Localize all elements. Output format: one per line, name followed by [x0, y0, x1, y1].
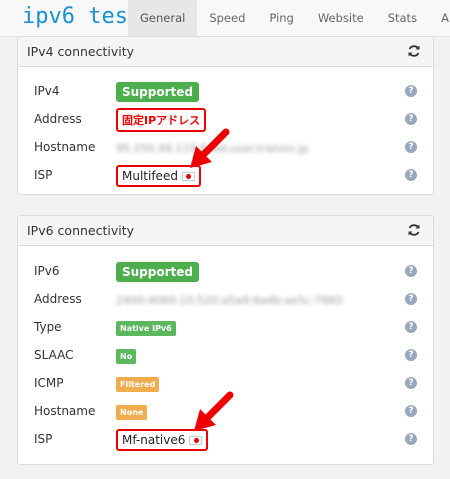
ipv6-row-slaac: SLAAC No ? — [18, 342, 433, 370]
question-icon[interactable]: ? — [405, 113, 417, 125]
slaac-label: SLAAC — [34, 348, 74, 362]
ipv4-label: IPv4 — [34, 84, 60, 98]
tab-ping[interactable]: Ping — [257, 0, 305, 37]
ipv4-row-ipv4: IPv4 Supported ? — [18, 78, 433, 106]
question-icon[interactable]: ? — [405, 377, 417, 389]
question-icon[interactable]: ? — [405, 141, 417, 153]
ipv4-panel-title: IPv4 connectivity — [27, 44, 135, 59]
ipv4-isp-value: Multifeed — [122, 169, 178, 183]
question-icon[interactable]: ? — [405, 405, 417, 417]
type-badge: Native IPv6 — [116, 320, 176, 336]
tab-stats[interactable]: Stats — [376, 0, 429, 37]
ipv4-panel-heading: IPv4 connectivity — [18, 37, 433, 67]
question-icon[interactable]: ? — [405, 321, 417, 333]
hostname-label: Hostname — [34, 140, 96, 154]
flag-japan-icon — [181, 171, 195, 181]
question-icon[interactable]: ? — [405, 85, 417, 97]
ipv4-supported-badge: Supported — [116, 82, 199, 102]
tab-api[interactable]: API — [429, 0, 450, 37]
brand-logo[interactable]: ipv6 test — [22, 4, 141, 29]
question-icon[interactable]: ? — [405, 293, 417, 305]
hostname-badge: None — [116, 404, 148, 420]
icmp-badge: Filtered — [116, 376, 160, 392]
question-icon[interactable]: ? — [405, 169, 417, 181]
nav-tabs: General Speed Ping Website Stats API — [128, 0, 450, 37]
tab-website[interactable]: Website — [306, 0, 376, 37]
slaac-badge: No — [116, 348, 137, 364]
ipv6-label: IPv6 — [34, 264, 60, 278]
red-arrow-icon — [194, 391, 234, 431]
question-icon[interactable]: ? — [405, 349, 417, 361]
hostname-label: Hostname — [34, 404, 96, 418]
ipv4-address-value: 固定IPアドレス — [122, 114, 201, 127]
type-label: Type — [34, 320, 62, 334]
isp-label: ISP — [34, 432, 53, 446]
question-icon[interactable]: ? — [405, 433, 417, 445]
ipv6-supported-badge: Supported — [116, 262, 199, 282]
refresh-icon[interactable] — [407, 44, 421, 58]
ipv6-panel-heading: IPv6 connectivity — [18, 216, 433, 246]
ipv6-address-value: 2400:4060:10:520:a5a9:6a4b:ae5c:7860 — [116, 293, 343, 307]
tab-speed[interactable]: Speed — [197, 0, 257, 37]
ipv6-row-address: Address 2400:4060:10:520:a5a9:6a4b:ae5c:… — [18, 286, 433, 314]
ipv6-panel-title: IPv6 connectivity — [27, 223, 135, 238]
flag-japan-icon — [189, 435, 203, 445]
red-arrow-icon — [190, 128, 230, 168]
refresh-icon[interactable] — [407, 223, 421, 237]
ipv4-panel: IPv4 connectivity IPv4 Supported ? Addre… — [17, 36, 434, 195]
tab-general[interactable]: General — [128, 0, 198, 37]
address-label: Address — [34, 292, 82, 306]
ipv6-row-ipv6: IPv6 Supported ? — [18, 258, 433, 286]
icmp-label: ICMP — [34, 376, 64, 390]
isp-label: ISP — [34, 168, 53, 182]
address-label: Address — [34, 112, 82, 126]
ipv6-row-type: Type Native IPv6 ? — [18, 314, 433, 342]
top-navbar: ipv6 test General Speed Ping Website Sta… — [0, 0, 450, 37]
question-icon[interactable]: ? — [405, 265, 417, 277]
ipv6-isp-value: Mf-native6 — [122, 433, 186, 447]
